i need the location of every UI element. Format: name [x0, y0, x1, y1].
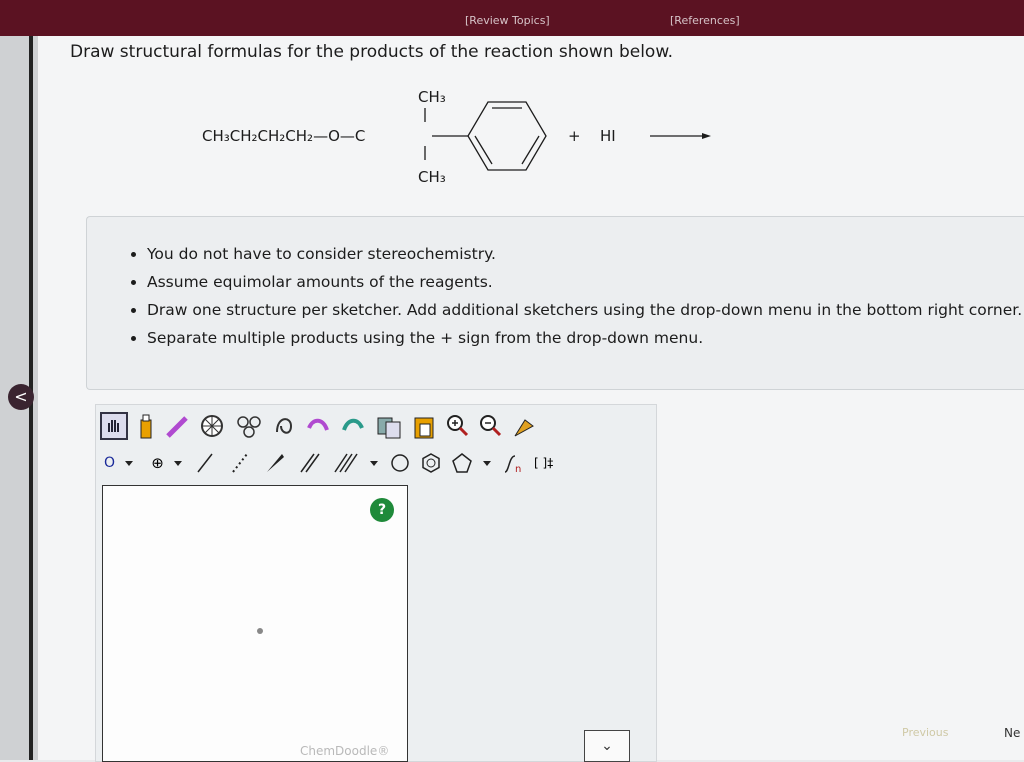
double-bond-icon[interactable]: [297, 452, 323, 474]
drawing-canvas[interactable]: [102, 485, 408, 762]
instruction-item: You do not have to consider stereochemis…: [147, 243, 1024, 265]
chevron-down-icon[interactable]: [124, 458, 134, 468]
sketcher-toolbar-top: [100, 412, 541, 442]
methyl-top-label: CH₃: [418, 88, 446, 106]
review-topics-link[interactable]: [Review Topics]: [465, 14, 550, 27]
chevron-down-icon[interactable]: [482, 458, 492, 468]
canvas-dot: [257, 628, 263, 634]
plus-sign: +: [568, 127, 581, 145]
brackets-tool[interactable]: [ ]‡: [534, 456, 553, 470]
reagent-label: HI: [600, 127, 616, 145]
chain-length-icon[interactable]: n: [501, 452, 525, 474]
clean-icon[interactable]: [511, 412, 537, 440]
triple-bond-icon[interactable]: [332, 452, 360, 474]
paste-icon[interactable]: [412, 412, 436, 440]
next-button[interactable]: Ne: [1004, 726, 1020, 740]
undo-icon[interactable]: [305, 412, 331, 440]
instruction-item: Draw one structure per sketcher. Add add…: [147, 299, 1024, 321]
back-button[interactable]: <: [8, 384, 34, 410]
eraser-icon[interactable]: [137, 412, 155, 440]
previous-button[interactable]: Previous: [902, 726, 949, 739]
chevron-down-icon[interactable]: [369, 458, 379, 468]
atom-select[interactable]: O: [104, 455, 115, 471]
cyclopropane-icon[interactable]: [389, 452, 411, 474]
zoom-in-icon[interactable]: [445, 412, 469, 440]
sketcher-dropdown[interactable]: ⌄: [584, 730, 630, 762]
chain-template-icon[interactable]: [234, 412, 264, 440]
chevron-down-icon[interactable]: [173, 458, 183, 468]
lasso-icon[interactable]: [273, 412, 295, 440]
arrow-head: [702, 133, 711, 139]
references-link[interactable]: [References]: [670, 14, 740, 27]
sketcher-toolbar-bottom: O ⊕ n [ ]‡: [104, 452, 557, 478]
copy-icon[interactable]: [375, 412, 403, 440]
instructions-box: You do not have to consider stereochemis…: [86, 216, 1024, 390]
wedge-bond-icon[interactable]: [262, 452, 288, 474]
instructions-list: You do not have to consider stereochemis…: [113, 243, 1024, 349]
reaction-scheme: CH₃ CH₃CH₂CH₂CH₂—O—C CH₃ + HI: [202, 88, 711, 186]
methyl-bottom-label: CH₃: [418, 168, 446, 186]
cyclopentane-icon[interactable]: [451, 452, 473, 474]
hand-tool-icon[interactable]: [100, 412, 128, 440]
chemdoodle-brand: ChemDoodle®: [300, 744, 390, 758]
instruction-item: Separate multiple products using the + s…: [147, 327, 1024, 349]
single-bond-icon[interactable]: [192, 452, 218, 474]
charge-tool[interactable]: ⊕: [151, 454, 164, 472]
ring-template-icon[interactable]: [199, 412, 225, 440]
top-bar: [Review Topics] [References]: [0, 0, 1024, 36]
benzene-icon[interactable]: [420, 452, 442, 474]
zoom-out-icon[interactable]: [478, 412, 502, 440]
help-button[interactable]: ?: [370, 498, 394, 522]
benzene-ring: [467, 101, 547, 171]
redo-icon[interactable]: [340, 412, 366, 440]
question-text: Draw structural formulas for the product…: [70, 42, 674, 62]
instruction-item: Assume equimolar amounts of the reagents…: [147, 271, 1024, 293]
svg-text:n: n: [515, 464, 521, 474]
pen-tool-icon[interactable]: [164, 412, 190, 440]
dashed-bond-icon[interactable]: [227, 452, 253, 474]
chain-label: CH₃CH₂CH₂CH₂—O—C: [202, 127, 365, 145]
